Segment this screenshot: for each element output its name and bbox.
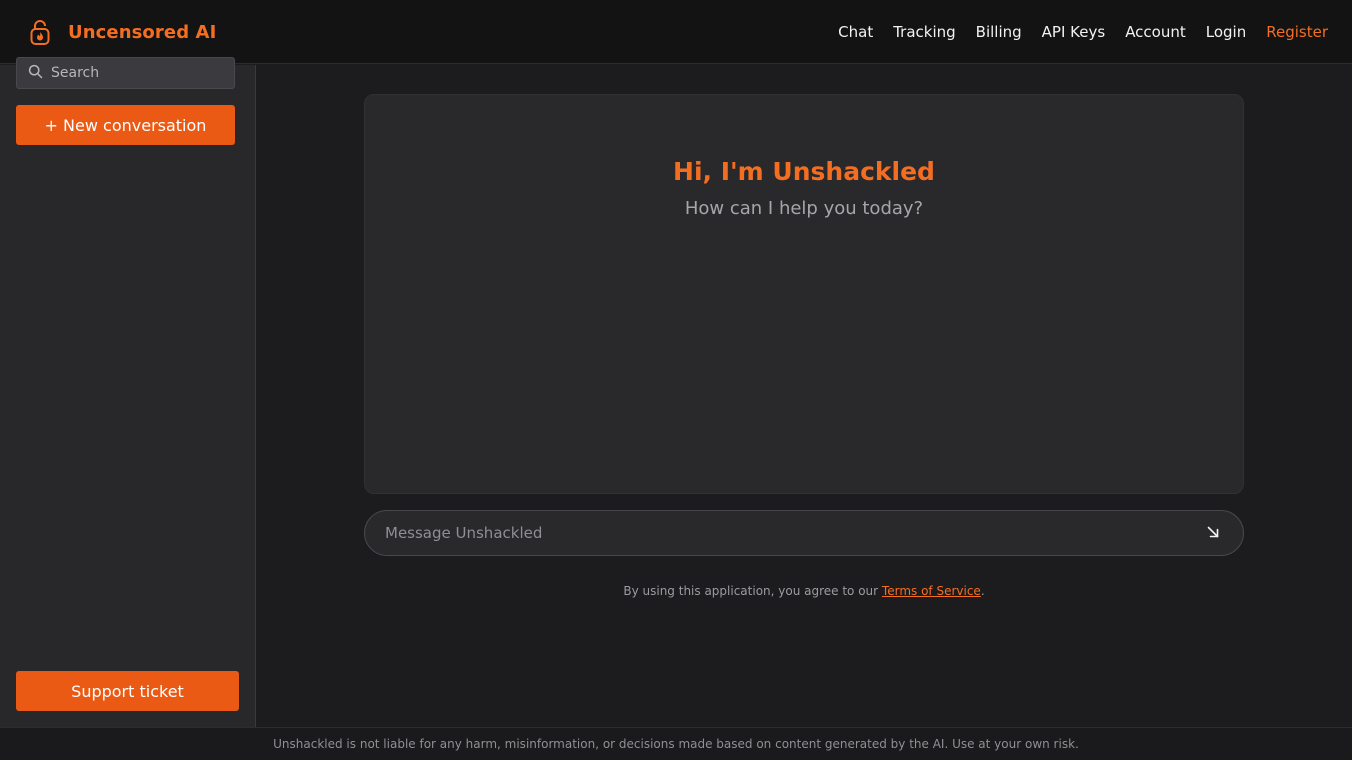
search-icon (28, 64, 43, 83)
brand-name: Uncensored AI (68, 21, 217, 43)
message-input[interactable] (385, 524, 1203, 542)
search-box[interactable] (16, 57, 235, 89)
nav-register[interactable]: Register (1266, 22, 1328, 42)
terms-suffix: . (980, 584, 985, 598)
support-ticket-button[interactable]: Support ticket (16, 671, 239, 711)
disclaimer-text: Unshackled is not liable for any harm, m… (273, 737, 1079, 751)
nav-chat[interactable]: Chat (838, 22, 873, 42)
nav-api-keys[interactable]: API Keys (1042, 22, 1106, 42)
lock-flame-icon (28, 18, 52, 46)
disclaimer-footer: Unshackled is not liable for any harm, m… (0, 727, 1352, 760)
greeting-title: Hi, I'm Unshackled (673, 157, 935, 186)
sidebar: + New conversation Support ticket (0, 57, 256, 727)
terms-of-service-link[interactable]: Terms of Service (882, 584, 981, 598)
nav-billing[interactable]: Billing (976, 22, 1022, 42)
brand-link[interactable]: Uncensored AI (28, 18, 216, 46)
main-nav: Chat Tracking Billing API Keys Account L… (818, 22, 1328, 42)
terms-prefix: By using this application, you agree to … (623, 584, 882, 598)
welcome-panel: Hi, I'm Unshackled How can I help you to… (364, 94, 1244, 494)
nav-tracking[interactable]: Tracking (893, 22, 955, 42)
send-button[interactable] (1203, 523, 1223, 543)
chat-main: Hi, I'm Unshackled How can I help you to… (257, 65, 1352, 727)
new-conversation-button[interactable]: + New conversation (16, 105, 235, 145)
nav-login[interactable]: Login (1206, 22, 1246, 42)
greeting-subtitle: How can I help you today? (684, 198, 924, 219)
search-input[interactable] (51, 65, 221, 81)
terms-notice: By using this application, you agree to … (364, 584, 1244, 598)
arrow-down-right-icon (1206, 525, 1220, 542)
nav-account[interactable]: Account (1125, 22, 1186, 42)
top-header: Uncensored AI Chat Tracking Billing API … (0, 0, 1352, 64)
message-composer (364, 510, 1244, 556)
